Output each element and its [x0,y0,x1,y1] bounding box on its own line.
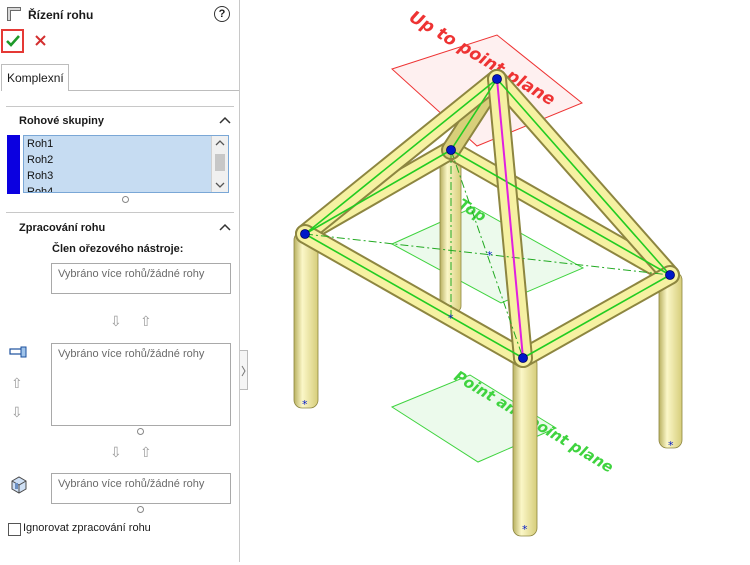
ignore-corner-checkbox[interactable] [8,523,21,536]
svg-text:*: * [487,249,493,262]
ok-button[interactable] [1,29,24,53]
3d-model-view[interactable]: Up to point plane Top Point and point pl… [241,0,750,562]
arrow-down-icon[interactable]: ⇩ [110,313,122,330]
arrow-up-icon[interactable]: ⇧ [140,313,152,330]
graphics-area[interactable]: Up to point plane Top Point and point pl… [241,0,750,562]
trimmed-bodies-field[interactable]: Vybráno více rohů/žádné rohy [51,343,231,426]
trimmed-member-icon [9,346,29,361]
list-item[interactable]: Roh4 [24,184,228,192]
help-icon[interactable]: ? [214,6,230,22]
checkmark-icon [5,35,20,47]
corner-management-icon [6,6,22,25]
chevron-up-icon[interactable] [218,222,232,232]
arrow-down-icon[interactable]: ⇩ [110,444,122,461]
cancel-button[interactable] [33,33,49,49]
list-item[interactable]: Roh1 [24,136,228,152]
resize-handle[interactable] [122,196,129,203]
resize-handle[interactable] [137,506,144,513]
corner-processing-title: Zpracování rohu [19,222,106,234]
trim-tool-label: Člen ořezového nástroje: [52,243,184,255]
corner-groups-list[interactable]: Roh1 Roh2 Roh3 Roh4 [23,135,229,193]
move-up-icon[interactable]: ⇧ [11,375,23,392]
panel-header: Řízení rohu ? [4,4,236,26]
tab-divider [69,90,239,91]
svg-text:*: * [522,523,528,536]
list-item[interactable]: Roh3 [24,168,228,184]
section-divider [6,212,234,213]
section-divider [6,106,234,107]
right-leg[interactable] [658,271,683,449]
group-color-swatch [7,135,20,194]
trim-tool-field[interactable]: Vybráno více rohů/žádné rohy [51,263,231,294]
chevron-up-icon[interactable] [218,115,232,125]
left-leg[interactable] [293,231,319,409]
ignore-corner-label: Ignorovat zpracování rohu [23,522,151,534]
panel-title: Řízení rohu [28,8,94,22]
corner-groups-title: Rohové skupiny [19,115,104,127]
arrow-up-icon[interactable]: ⇧ [140,444,152,461]
body-selection-icon [9,474,29,497]
list-scrollbar[interactable] [211,136,228,192]
svg-text:*: * [302,398,308,411]
svg-text:*: * [668,439,674,452]
front-leg[interactable] [512,355,538,537]
tab-complex[interactable]: Komplexní [1,64,69,91]
svg-text:*: * [448,312,454,325]
body-field[interactable]: Vybráno více rohů/žádné rohy [51,473,231,504]
property-manager: Řízení rohu ? Komplexní Rohové skupiny R… [0,0,240,562]
list-item[interactable]: Roh2 [24,152,228,168]
close-icon [35,35,46,46]
resize-handle[interactable] [137,428,144,435]
move-down-icon[interactable]: ⇩ [11,404,23,421]
